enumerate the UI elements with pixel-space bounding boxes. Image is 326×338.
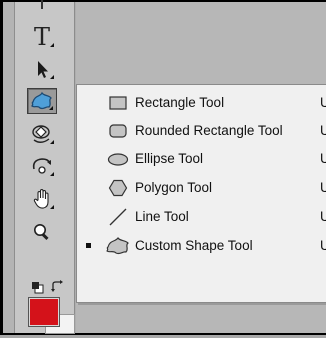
menu-item-polygon-tool[interactable]: Polygon Tool U bbox=[77, 174, 326, 202]
menu-item-label: Polygon Tool bbox=[135, 180, 213, 195]
ellipse-icon bbox=[104, 148, 132, 170]
tools-panel: T bbox=[15, 0, 75, 334]
swap-colors-icon[interactable] bbox=[51, 280, 65, 294]
tool-group-indicator bbox=[49, 106, 53, 110]
menu-item-label: Rounded Rectangle Tool bbox=[135, 123, 283, 138]
menu-item-shortcut: U bbox=[320, 95, 326, 110]
menu-item-shortcut: U bbox=[320, 209, 326, 224]
polygon-icon bbox=[104, 177, 132, 199]
menu-item-rectangle-tool[interactable]: Rectangle Tool U bbox=[77, 89, 326, 117]
menu-item-shortcut: U bbox=[320, 180, 326, 195]
foreground-color-swatch[interactable] bbox=[28, 297, 60, 327]
menu-item-label: Line Tool bbox=[135, 209, 189, 224]
toolbar-edge bbox=[3, 2, 15, 333]
tool-3d-camera[interactable] bbox=[27, 153, 57, 179]
shape-tools-flyout-menu: Rectangle Tool U Rounded Rectangle Tool … bbox=[76, 84, 326, 303]
partial-tool-icon bbox=[41, 0, 43, 9]
rounded-rectangle-icon bbox=[104, 120, 132, 142]
tool-type[interactable]: T bbox=[27, 24, 57, 50]
path-selection-arrow-icon bbox=[38, 61, 48, 78]
menu-item-label: Custom Shape Tool bbox=[135, 238, 253, 253]
zoom-magnifier-icon bbox=[34, 224, 49, 241]
menu-item-shortcut: U bbox=[320, 123, 326, 138]
menu-item-shortcut: U bbox=[320, 151, 326, 166]
selected-indicator bbox=[86, 243, 91, 248]
menu-item-line-tool[interactable]: Line Tool U bbox=[77, 203, 326, 231]
tool-group-indicator bbox=[50, 75, 54, 79]
menu-item-label: Ellipse Tool bbox=[135, 151, 204, 166]
tool-zoom-3d[interactable] bbox=[27, 121, 57, 147]
menu-item-shortcut: U bbox=[320, 238, 326, 253]
tool-partial-top[interactable] bbox=[27, 0, 57, 14]
custom-shape-icon bbox=[104, 235, 132, 257]
line-icon bbox=[104, 206, 132, 228]
default-colors-icon[interactable] bbox=[31, 281, 45, 295]
color-swatches bbox=[28, 297, 79, 338]
tool-path-selection[interactable] bbox=[27, 56, 57, 82]
app-window: T Rectangle Tool U Rounded Rectangle Too… bbox=[0, 0, 326, 335]
tool-custom-shape[interactable] bbox=[27, 88, 57, 114]
type-icon: T bbox=[33, 23, 50, 51]
menu-item-label: Rectangle Tool bbox=[135, 95, 225, 110]
menu-item-ellipse-tool[interactable]: Ellipse Tool U bbox=[77, 145, 326, 173]
menu-item-custom-shape-tool[interactable]: Custom Shape Tool U bbox=[77, 232, 326, 260]
tool-hand[interactable] bbox=[27, 186, 57, 212]
tool-zoom[interactable] bbox=[27, 219, 57, 245]
tool-group-indicator bbox=[50, 43, 54, 47]
tool-group-indicator bbox=[50, 205, 54, 209]
rectangle-icon bbox=[104, 92, 132, 114]
menu-item-rounded-rectangle-tool[interactable]: Rounded Rectangle Tool U bbox=[77, 117, 326, 145]
tool-group-indicator bbox=[50, 140, 54, 144]
tool-group-indicator bbox=[50, 172, 54, 176]
